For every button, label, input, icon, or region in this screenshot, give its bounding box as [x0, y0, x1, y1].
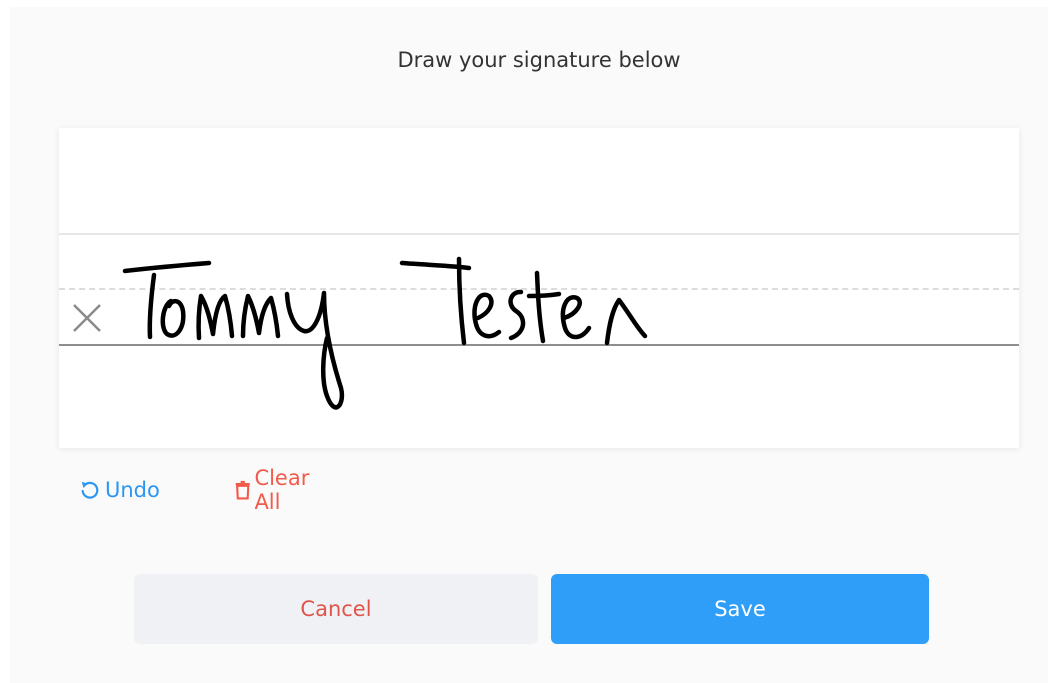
signature-drawing — [122, 256, 648, 410]
undo-button[interactable]: Undo — [79, 470, 160, 510]
trash-icon — [235, 480, 250, 500]
dialog-title: Draw your signature below — [397, 48, 681, 72]
undo-icon — [81, 481, 99, 499]
clear-all-button[interactable]: Clear All — [235, 466, 316, 514]
undo-label: Undo — [105, 478, 160, 502]
clear-all-label: Clear All — [254, 466, 310, 514]
signature-canvas[interactable] — [59, 128, 1019, 448]
cancel-button[interactable]: Cancel — [134, 574, 538, 644]
save-button[interactable]: Save — [551, 574, 929, 644]
